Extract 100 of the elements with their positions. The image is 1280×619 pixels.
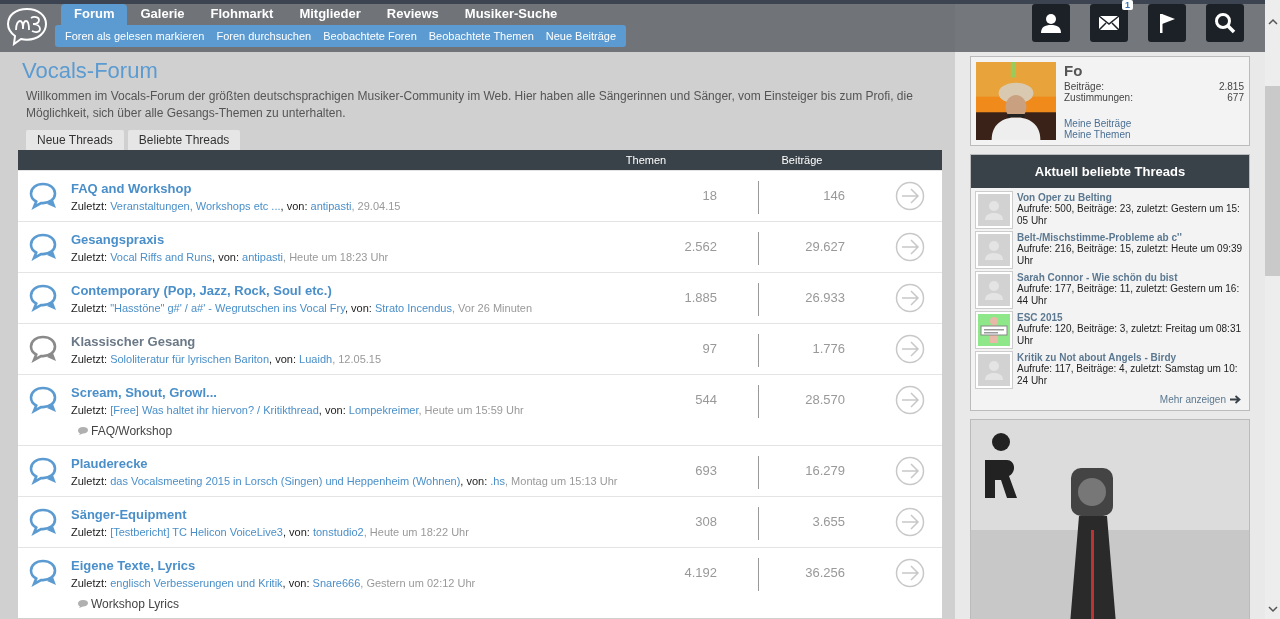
- account-button[interactable]: [1032, 4, 1070, 42]
- nav-tab[interactable]: Flohmarkt: [197, 4, 287, 25]
- last-post-info: Zuletzt: "Hasstöne" g#' / a#' - Wegrutschen ins Vocal Fry, von: Strato Incendus, Vor 26 Minuten: [71, 301, 534, 316]
- thread-stats: Aufrufe: 117, Beiträge: 4, zuletzt: Samstag um 10:24 Uhr: [1017, 363, 1239, 387]
- user-link[interactable]: Lompekreimer: [348, 404, 419, 416]
- subnav-link[interactable]: Beobachtete Themen: [422, 30, 540, 42]
- username[interactable]: Fo: [1064, 62, 1244, 79]
- flag-icon: [1157, 12, 1177, 34]
- user-link[interactable]: antipasti: [242, 251, 283, 263]
- thread-tab[interactable]: Neue Threads: [26, 130, 124, 150]
- user-link[interactable]: Strato Incendus: [374, 302, 452, 314]
- thread-link[interactable]: [Free] Was haltet ihr hiervon? / Kritikthread: [110, 404, 319, 416]
- profile-link[interactable]: Meine Beiträge: [1064, 118, 1244, 129]
- forum-title[interactable]: Sänger-Equipment: [71, 507, 652, 522]
- arrow-right-icon[interactable]: [895, 334, 925, 364]
- subforum-icon: [78, 600, 88, 608]
- arrow-right-icon[interactable]: [895, 283, 925, 313]
- arrow-right-icon[interactable]: [895, 456, 925, 486]
- subforum-link[interactable]: FAQ/Workshop: [91, 424, 173, 438]
- alerts-button[interactable]: [1148, 4, 1186, 42]
- thread-link[interactable]: Belt-/Mischstimme-Probleme ab c'': [1017, 232, 1243, 243]
- thread-link[interactable]: Von Oper zu Belting: [1017, 192, 1243, 203]
- forum-title[interactable]: Eigene Texte, Lyrics: [71, 558, 652, 573]
- subnav-link[interactable]: Foren durchsuchen: [210, 30, 318, 42]
- scroll-up-icon[interactable]: [1267, 18, 1278, 26]
- arrow-right-icon[interactable]: [895, 507, 925, 537]
- messages-button[interactable]: [1090, 4, 1128, 42]
- avatar-placeholder-icon: [978, 274, 1010, 306]
- user-icon: [1040, 12, 1062, 34]
- posts-count: 28.570: [804, 391, 845, 407]
- user-link[interactable]: .hs: [490, 475, 505, 487]
- forum-title[interactable]: Contemporary (Pop, Jazz, Rock, Soul etc.): [71, 283, 652, 298]
- search-button[interactable]: [1206, 4, 1244, 42]
- notification-badge: 1: [1122, 0, 1133, 10]
- logo-icon[interactable]: [4, 6, 50, 46]
- subnav-link[interactable]: Foren als gelesen markieren: [59, 30, 211, 42]
- nav-tab[interactable]: Forum: [61, 4, 128, 25]
- subnav-link[interactable]: Neue Beiträge: [539, 30, 623, 42]
- forum-title[interactable]: Gesangspraxis: [71, 232, 652, 247]
- thread-tab[interactable]: Beliebte Threads: [127, 130, 241, 150]
- last-post-info: Zuletzt: Veranstaltungen, Workshops etc ..., von: antipasti, 29.04.15: [71, 199, 402, 214]
- scrollbar-thumb[interactable]: [1265, 86, 1280, 276]
- topics-count: 4.192: [683, 564, 717, 580]
- posts-count: 146: [822, 187, 845, 203]
- posts-count: 29.627: [804, 238, 845, 254]
- forum-title[interactable]: Scream, Shout, Growl...: [71, 385, 652, 400]
- forum-title[interactable]: Klassischer Gesang: [71, 334, 652, 349]
- search-icon: [1214, 12, 1236, 34]
- arrow-right-icon[interactable]: [895, 232, 925, 262]
- last-post-info: Zuletzt: das Vocalsmeeting 2015 in Lorsch (Singen) und Heppenheim (Wohnen), von: .hs, Montag um 15:13 Uhr: [71, 474, 619, 489]
- thread-link[interactable]: Veranstaltungen, Workshops etc ...: [110, 200, 281, 212]
- stat-label: Beiträge:: [1064, 81, 1105, 92]
- arrow-right-icon: [1230, 395, 1241, 404]
- thread-stats: Aufrufe: 120, Beiträge: 3, zuletzt: Freitag um 08:31 Uhr: [1017, 323, 1242, 347]
- posts-count: 1.776: [811, 340, 845, 356]
- stat-value: 677: [1227, 92, 1244, 103]
- panel-title: Aktuell beliebte Threads: [971, 155, 1249, 188]
- avatar-placeholder-icon: [978, 354, 1010, 386]
- subnav-link[interactable]: Beobachtete Foren: [317, 30, 423, 42]
- topics-count: 2.562: [683, 238, 717, 254]
- thread-link[interactable]: "Hasstöne" g#' / a#' - Wegrutschen ins Vocal Fry: [110, 302, 345, 314]
- subforum-icon: [78, 427, 88, 435]
- topics-count: 97: [701, 340, 717, 356]
- thread-stats: Aufrufe: 216, Beiträge: 15, zuletzt: Heute um 09:39 Uhr: [1017, 243, 1243, 267]
- avatar-placeholder-icon: [978, 194, 1010, 226]
- posts-count: 16.279: [804, 462, 845, 478]
- stat-label: Zustimmungen:: [1064, 92, 1133, 103]
- user-link[interactable]: tonstudio2: [312, 526, 364, 538]
- stat-value: 2.815: [1218, 81, 1244, 92]
- forum-title-heading: Vocals-Forum: [22, 58, 159, 84]
- user-link[interactable]: antipasti: [310, 200, 352, 212]
- topics-count: 308: [694, 513, 717, 529]
- forum-title[interactable]: FAQ and Workshop: [71, 181, 652, 196]
- nav-tab[interactable]: Mitglieder: [286, 4, 374, 25]
- forum-title[interactable]: Plauderecke: [71, 456, 652, 471]
- column-header: Beiträge: [780, 154, 824, 166]
- last-post-info: Zuletzt: Sololiteratur für lyrischen Bariton, von: Luaidh, 12.05.15: [71, 352, 383, 367]
- nav-tab[interactable]: Musiker-Suche: [451, 4, 571, 25]
- arrow-right-icon[interactable]: [895, 558, 925, 588]
- scroll-down-icon[interactable]: [1267, 605, 1278, 613]
- last-post-info: Zuletzt: Vocal Riffs and Runs, von: antipasti, Heute um 18:23 Uhr: [71, 250, 390, 265]
- arrow-right-icon[interactable]: [895, 181, 925, 211]
- thread-link[interactable]: Kritik zu Not about Angels - Birdy: [1017, 352, 1243, 363]
- topics-count: 1.885: [683, 289, 717, 305]
- last-post-info: Zuletzt: [Testbericht] TC Helicon VoiceLive3, von: tonstudio2, Heute um 18:22 Uhr: [71, 525, 470, 540]
- forum-description: Willkommen im Vocals-Forum der größten deutschsprachigen Musiker-Community im Web. Hier haben alle Sängerinnen und Sänger, vom Einsteiger bis zum Profi, die Möglichkeit, sich über alle Gesangs-Themen zu unterhalten.: [26, 88, 914, 122]
- thread-link[interactable]: englisch Verbesserungen und Kritik: [110, 577, 283, 589]
- thread-link[interactable]: Sarah Connor - Wie schön du bist: [1017, 272, 1243, 283]
- last-post-info: Zuletzt: englisch Verbesserungen und Kritik, von: Snare666, Gestern um 02:12 Uhr: [71, 576, 477, 591]
- nav-tab[interactable]: Reviews: [373, 4, 452, 25]
- thread-link[interactable]: [Testbericht] TC Helicon VoiceLive3: [110, 526, 283, 538]
- topics-count: 693: [694, 462, 717, 478]
- more-link[interactable]: Mehr anzeigen: [1159, 394, 1226, 405]
- profile-link[interactable]: Meine Themen: [1064, 129, 1244, 140]
- thread-link[interactable]: ESC 2015: [1017, 312, 1243, 323]
- nav-tab[interactable]: Galerie: [127, 4, 198, 25]
- avatar-placeholder-icon: [978, 234, 1010, 266]
- last-post-info: Zuletzt: [Free] Was haltet ihr hiervon? / Kritikthread, von: Lompekreimer, Heute um 15:59 Uhr: [71, 403, 525, 418]
- subforum-link[interactable]: Workshop Lyrics: [91, 597, 180, 611]
- arrow-right-icon[interactable]: [895, 385, 925, 415]
